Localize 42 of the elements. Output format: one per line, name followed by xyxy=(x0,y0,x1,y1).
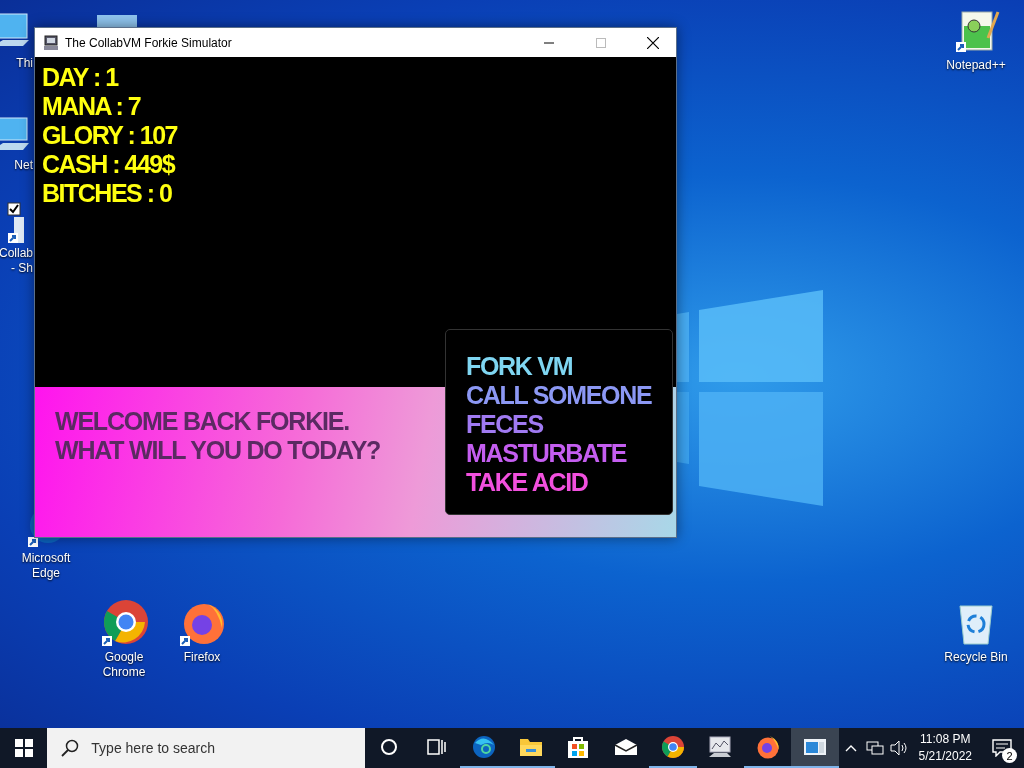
desktop-icon-label[interactable]: Notepad++ xyxy=(946,58,1006,73)
circle-icon xyxy=(380,738,398,756)
menu-option[interactable]: CALL SOMEONE xyxy=(466,381,652,410)
taskbar-app-button[interactable] xyxy=(791,728,839,768)
menu-option[interactable]: FORK VM xyxy=(466,352,573,381)
checklist-icon xyxy=(7,202,25,244)
stat-text: DAY : 1 xyxy=(42,63,118,92)
notification-button[interactable]: 2 xyxy=(980,728,1024,768)
monitor-icon xyxy=(707,735,734,759)
app-window-icon xyxy=(802,738,827,756)
welcome-text: WELCOME BACK FORKIE. xyxy=(55,407,350,436)
task-view-icon xyxy=(426,738,447,756)
stat-text: BITCHES : 0 xyxy=(42,179,172,208)
desktop-icon-label[interactable]: Google Chrome xyxy=(102,650,146,680)
edge-icon xyxy=(471,735,496,759)
desktop-icon-label[interactable]: Collab - Sh xyxy=(0,246,33,276)
chrome-icon xyxy=(660,735,685,759)
desktop-icon-label[interactable]: Firefox xyxy=(183,650,221,665)
welcome-text: WHAT WILL YOU DO TODAY? xyxy=(55,436,381,465)
window-title: The CollabVM Forkie Simulator xyxy=(65,35,233,50)
folder-icon xyxy=(518,736,543,758)
chrome-icon xyxy=(100,600,148,648)
search-field[interactable]: Type here to search xyxy=(47,728,366,768)
envelope-icon xyxy=(613,738,638,756)
stat-text: MANA : 7 xyxy=(42,92,141,121)
menu-option[interactable]: FECES xyxy=(466,410,543,439)
stat-text: GLORY : 107 xyxy=(42,121,177,150)
desktop-icon-label[interactable]: Recycle Bin xyxy=(944,650,1008,665)
desktop-icon-label[interactable]: Net xyxy=(14,158,33,173)
windows-logo-icon xyxy=(14,739,33,757)
store-bag-icon xyxy=(566,735,591,759)
computer-icon xyxy=(43,34,59,51)
maximize-icon xyxy=(596,37,606,48)
desktop-icon-label[interactable]: Microsoft Edge xyxy=(21,551,71,581)
clock[interactable]: 11:08 PM 5/21/2022 xyxy=(910,731,980,765)
search-icon xyxy=(61,739,80,757)
menu-option[interactable]: TAKE ACID xyxy=(466,468,588,497)
desktop-icon-label[interactable]: Thi xyxy=(16,56,33,71)
menu-option[interactable]: MASTURBATE xyxy=(466,439,627,468)
stat-text: CASH : 449$ xyxy=(42,150,175,179)
close-icon xyxy=(647,36,659,49)
firefox-icon xyxy=(755,735,780,759)
